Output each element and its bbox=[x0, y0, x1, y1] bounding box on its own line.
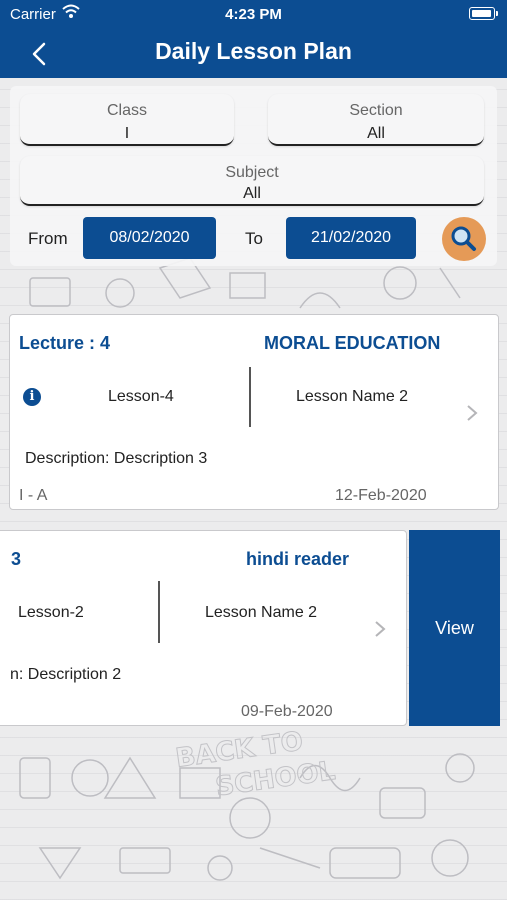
search-button[interactable] bbox=[442, 217, 486, 261]
to-date-button[interactable]: 21/02/2020 bbox=[286, 217, 416, 259]
section-label: Section bbox=[349, 102, 403, 119]
class-value: I bbox=[124, 125, 130, 142]
lesson-name: Lesson Name 2 bbox=[296, 388, 409, 405]
lesson-date: 12-Feb-2020 bbox=[335, 487, 427, 504]
lecture-number: 3 bbox=[11, 549, 22, 569]
subject-name: MORAL EDUCATION bbox=[264, 333, 441, 353]
chevron-right-icon bbox=[375, 621, 386, 637]
lesson-card[interactable]: 3 hindi reader Lesson-2 Lesson Name 2 n:… bbox=[0, 530, 407, 726]
from-label: From bbox=[28, 229, 68, 248]
lesson-date: 09-Feb-2020 bbox=[241, 703, 333, 720]
lesson-description: n: Description 2 bbox=[10, 666, 122, 683]
lesson-name: Lesson Name 2 bbox=[205, 604, 318, 621]
page-title: Daily Lesson Plan bbox=[155, 38, 352, 64]
lesson-title: Lesson-2 bbox=[18, 604, 84, 621]
lesson-card[interactable]: Lecture : 4 MORAL EDUCATION i Lesson-4 L… bbox=[9, 314, 499, 510]
view-button[interactable]: View bbox=[409, 530, 500, 726]
to-label: To bbox=[245, 229, 263, 248]
lesson-description: Description: Description 3 bbox=[25, 450, 208, 467]
lecture-number: Lecture : 4 bbox=[19, 333, 111, 353]
subject-value: All bbox=[243, 185, 261, 202]
section-value: All bbox=[367, 125, 385, 142]
divider bbox=[158, 581, 160, 643]
subject-label: Subject bbox=[225, 164, 279, 181]
chevron-right-icon bbox=[467, 405, 478, 421]
navigation-bar: Daily Lesson Plan bbox=[0, 30, 507, 78]
info-icon[interactable]: i bbox=[23, 388, 41, 406]
divider bbox=[249, 367, 251, 427]
from-date-button[interactable]: 08/02/2020 bbox=[83, 217, 216, 259]
lesson-title: Lesson-4 bbox=[108, 388, 174, 405]
subject-name: hindi reader bbox=[246, 549, 350, 569]
class-selector[interactable]: Class I bbox=[20, 94, 234, 146]
search-icon bbox=[451, 226, 476, 251]
status-bar: Carrier 4:23 PM bbox=[0, 0, 507, 30]
section-selector[interactable]: Section All bbox=[268, 94, 484, 146]
class-section: I - A bbox=[19, 487, 48, 504]
subject-selector[interactable]: Subject All bbox=[20, 156, 484, 206]
class-label: Class bbox=[106, 102, 147, 119]
clock: 4:23 PM bbox=[225, 6, 282, 23]
battery-icon bbox=[469, 7, 498, 20]
